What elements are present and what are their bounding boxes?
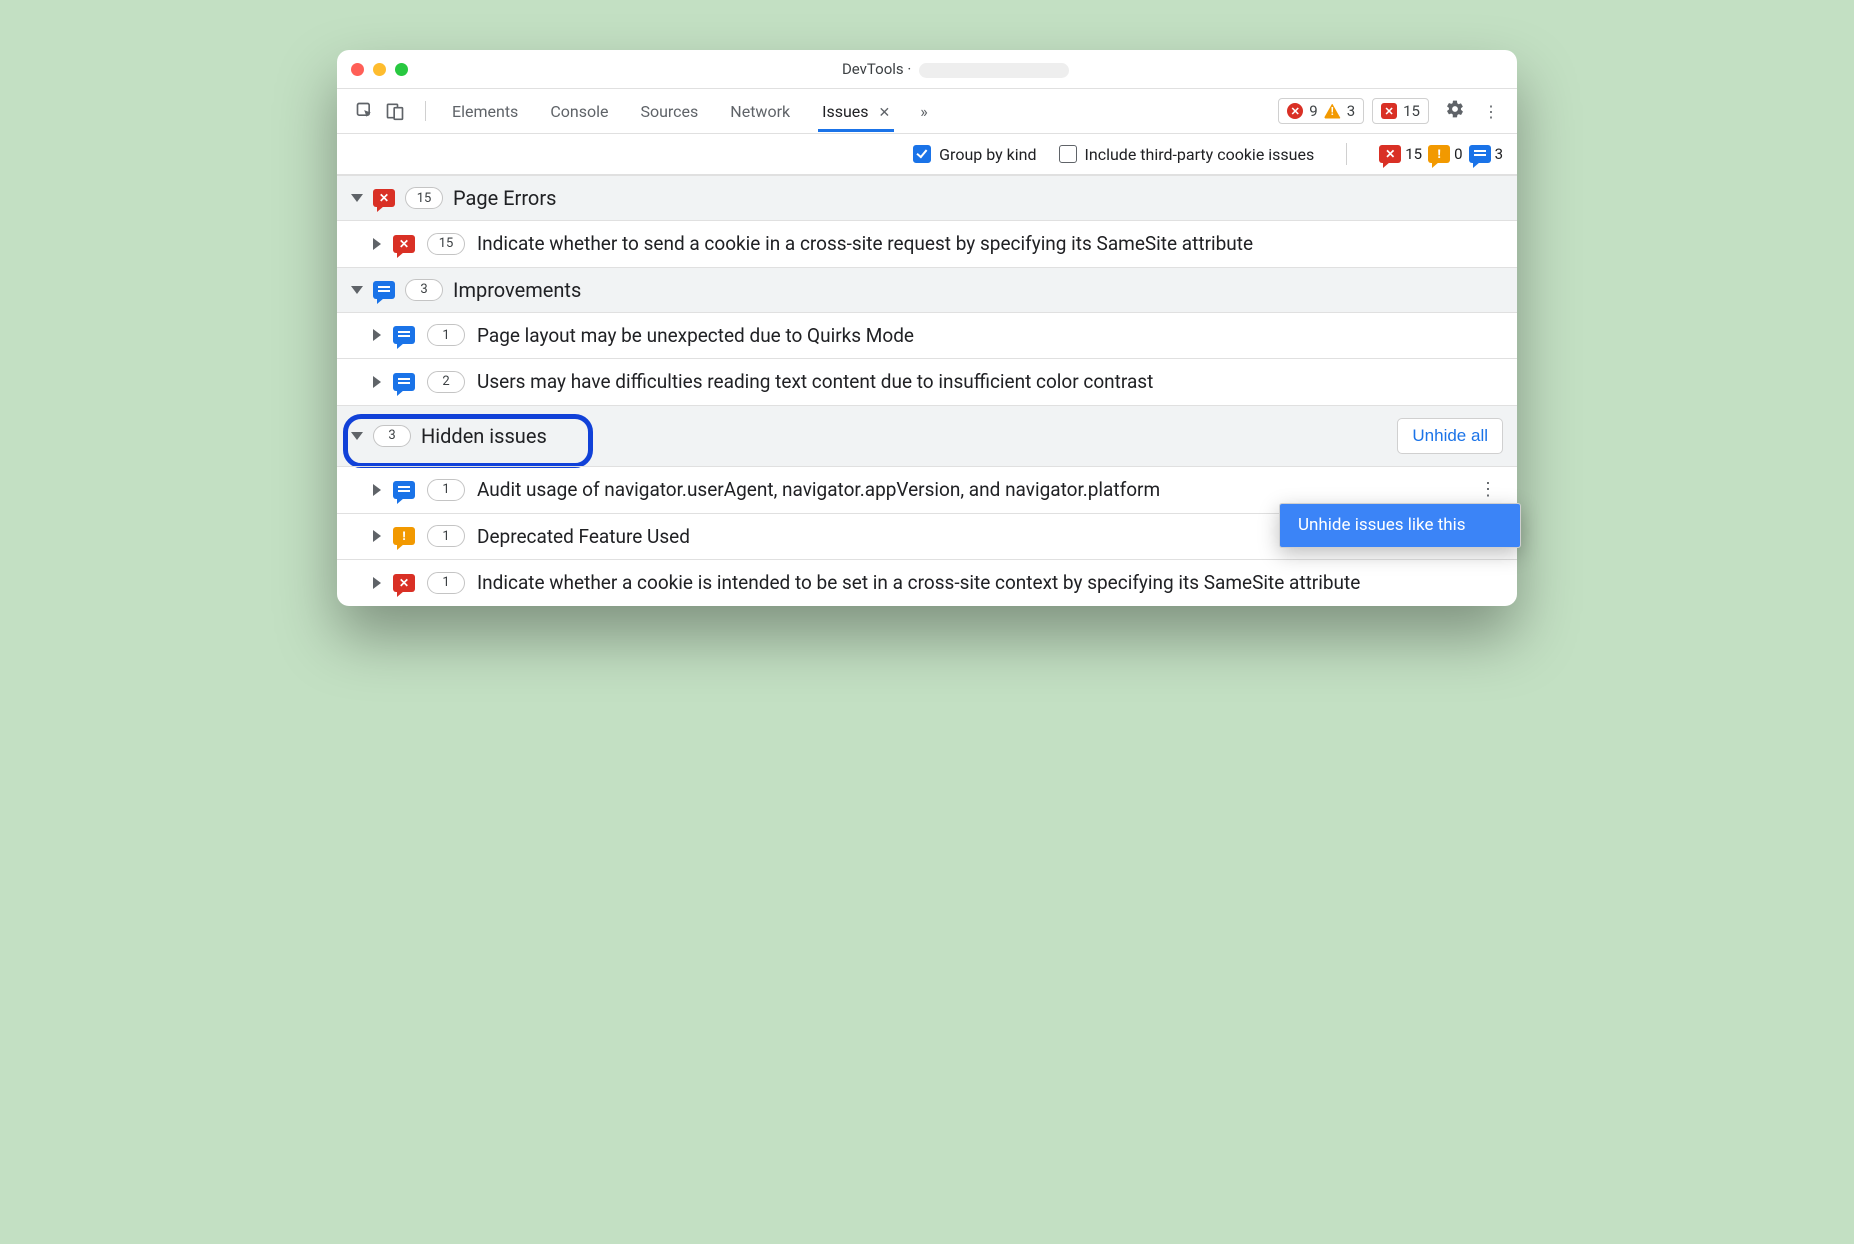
- tab-issues[interactable]: Issues ✕: [818, 92, 894, 131]
- divider: [1346, 143, 1347, 165]
- issue-text: Indicate whether a cookie is intended to…: [477, 570, 1503, 596]
- error-bubble-icon: ✕: [373, 189, 395, 207]
- issues-status-chip[interactable]: ✕ 15: [1372, 98, 1429, 124]
- issue-row[interactable]: 1 Audit usage of navigator.userAgent, na…: [337, 466, 1517, 513]
- issue-text: Users may have difficulties reading text…: [477, 369, 1503, 395]
- menu-item-unhide-like-this[interactable]: Unhide issues like this: [1280, 504, 1520, 547]
- tab-elements[interactable]: Elements: [448, 92, 522, 131]
- summary-warnings: 0: [1454, 145, 1462, 163]
- chevron-right-icon[interactable]: [373, 376, 381, 388]
- include-third-party-checkbox[interactable]: Include third-party cookie issues: [1059, 145, 1315, 164]
- chevron-down-icon[interactable]: [351, 286, 363, 294]
- issue-count: 1: [427, 479, 465, 501]
- info-bubble-icon: [1469, 145, 1491, 163]
- more-button[interactable]: ⋮: [1475, 102, 1507, 121]
- chevron-right-icon[interactable]: [373, 238, 381, 250]
- issue-row[interactable]: 1 Page layout may be unexpected due to Q…: [337, 312, 1517, 359]
- group-header-page-errors[interactable]: ✕ 15 Page Errors: [337, 175, 1517, 220]
- window-title-text: DevTools ·: [842, 60, 911, 78]
- error-bubble-icon: ✕: [1379, 145, 1401, 163]
- issue-count: 15: [427, 233, 465, 255]
- checkbox-unchecked-icon: [1059, 145, 1077, 163]
- group-header-improvements[interactable]: 3 Improvements: [337, 267, 1517, 312]
- issue-text: Indicate whether to send a cookie in a c…: [477, 231, 1503, 257]
- tab-sources[interactable]: Sources: [636, 92, 702, 131]
- info-bubble-icon: [393, 481, 415, 499]
- chevron-down-icon[interactable]: [351, 194, 363, 202]
- summary-errors: 15: [1405, 145, 1422, 163]
- chevron-right-icon[interactable]: [373, 484, 381, 496]
- group-by-kind-checkbox[interactable]: Group by kind: [913, 145, 1036, 164]
- settings-button[interactable]: [1437, 99, 1473, 123]
- issue-row[interactable]: ✕ 1 Indicate whether a cookie is intende…: [337, 559, 1517, 606]
- issues-summary: ✕ 15 ! 0 3: [1379, 145, 1503, 163]
- tab-network[interactable]: Network: [726, 92, 794, 131]
- warning-icon: !: [1324, 104, 1341, 119]
- issue-row-more-button[interactable]: ⋮: [1473, 478, 1503, 502]
- include-third-party-label: Include third-party cookie issues: [1085, 145, 1315, 164]
- group-by-kind-label: Group by kind: [939, 145, 1036, 164]
- error-bubble-icon: ✕: [393, 235, 415, 253]
- panel-tabs: Elements Console Sources Network Issues …: [438, 92, 940, 131]
- error-icon: ✕: [1287, 103, 1303, 119]
- checkbox-checked-icon: [913, 145, 931, 163]
- unhide-all-button[interactable]: Unhide all: [1397, 418, 1503, 454]
- issue-count: 1: [427, 324, 465, 346]
- group-count: 3: [405, 279, 443, 301]
- window-title-redacted: [919, 63, 1069, 78]
- issues-error-icon: ✕: [1381, 103, 1397, 119]
- close-tab-icon[interactable]: ✕: [879, 105, 891, 121]
- warning-bubble-icon: !: [393, 527, 415, 545]
- chevron-right-icon[interactable]: [373, 530, 381, 542]
- titlebar: DevTools ·: [337, 50, 1517, 89]
- devtools-window: DevTools · Elements Console Sources Netw…: [337, 50, 1517, 606]
- warning-bubble-icon: !: [1428, 145, 1450, 163]
- group-header-hidden-issues[interactable]: 3 Hidden issues Unhide all: [337, 405, 1517, 466]
- issue-row[interactable]: 2 Users may have difficulties reading te…: [337, 358, 1517, 405]
- issue-count: 1: [427, 525, 465, 547]
- group-label: Hidden issues: [421, 424, 547, 448]
- tabs-overflow-button[interactable]: »: [918, 92, 930, 131]
- issue-row[interactable]: ✕ 15 Indicate whether to send a cookie i…: [337, 220, 1517, 267]
- zoom-window-button[interactable]: [395, 63, 408, 76]
- inspect-element-icon[interactable]: [355, 101, 375, 121]
- issue-count: 2: [427, 371, 465, 393]
- minimize-window-button[interactable]: [373, 63, 386, 76]
- chevron-down-icon[interactable]: [351, 432, 363, 440]
- divider: [425, 101, 426, 121]
- info-bubble-icon: [393, 373, 415, 391]
- window-title: DevTools ·: [408, 60, 1503, 78]
- group-count: 15: [405, 187, 443, 209]
- issues-toolbar: Group by kind Include third-party cookie…: [337, 134, 1517, 175]
- issue-text: Page layout may be unexpected due to Qui…: [477, 323, 1503, 349]
- main-tabstrip: Elements Console Sources Network Issues …: [337, 89, 1517, 134]
- error-bubble-icon: ✕: [393, 574, 415, 592]
- summary-info: 3: [1495, 145, 1503, 163]
- group-label: Improvements: [453, 278, 581, 302]
- chevron-right-icon[interactable]: [373, 329, 381, 341]
- info-bubble-icon: [393, 326, 415, 344]
- group-label: Page Errors: [453, 186, 556, 210]
- window-controls: [351, 63, 408, 76]
- issues-count: 15: [1403, 102, 1420, 120]
- group-count: 3: [373, 425, 411, 447]
- error-count: 9: [1309, 102, 1317, 120]
- close-window-button[interactable]: [351, 63, 364, 76]
- tab-console[interactable]: Console: [546, 92, 612, 131]
- warning-count: 3: [1347, 102, 1355, 120]
- issue-count: 1: [427, 572, 465, 594]
- issue-text: Audit usage of navigator.userAgent, navi…: [477, 477, 1461, 503]
- console-status-chip[interactable]: ✕ 9 ! 3: [1278, 98, 1364, 124]
- context-menu: Unhide issues like this: [1279, 503, 1521, 548]
- chevron-right-icon[interactable]: [373, 577, 381, 589]
- info-bubble-icon: [373, 281, 395, 299]
- device-toolbar-icon[interactable]: [385, 101, 405, 121]
